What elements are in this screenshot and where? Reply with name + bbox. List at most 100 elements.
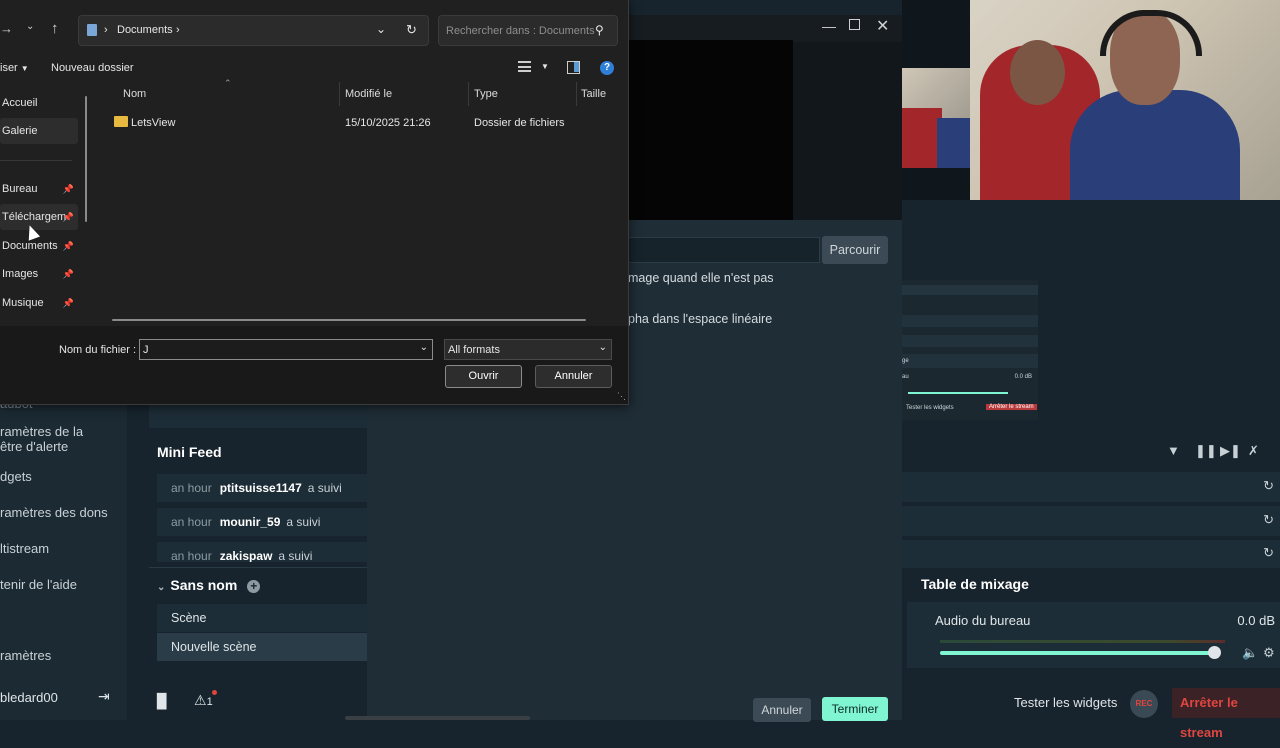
folder-icon xyxy=(87,24,97,36)
sidebar-item-alert-settings-2[interactable]: être d'alerte xyxy=(0,439,68,454)
scene-collection-title[interactable]: ⌄ Sans nom + xyxy=(157,577,261,593)
nav-item-home[interactable]: Accueil xyxy=(0,90,78,116)
address-bar[interactable]: › Documents › ⌄ ↻ xyxy=(78,15,429,46)
column-header-modified[interactable]: Modifié le xyxy=(345,88,392,100)
scene-collection-name: Sans nom xyxy=(170,577,238,593)
alert-icon[interactable]: ⚠1 xyxy=(194,692,213,709)
view-caret-icon[interactable]: ▼ xyxy=(541,62,549,71)
up-arrow-icon[interactable]: ↑ xyxy=(51,20,59,37)
feed-time: an hour xyxy=(171,481,212,495)
nav-item-pictures[interactable]: Images 📌 xyxy=(0,261,78,287)
source-row[interactable]: ↻ xyxy=(902,506,1280,536)
mini-level: 0.0 dB xyxy=(1014,374,1032,380)
mixer-meter xyxy=(940,640,1225,643)
minimize-icon[interactable]: — xyxy=(822,18,836,34)
filename-label: Nom du fichier : xyxy=(59,344,137,356)
new-folder-button[interactable]: Nouveau dossier xyxy=(51,62,134,74)
filter-icon[interactable]: ▼ xyxy=(1167,443,1180,458)
mixer-title: Table de mixage xyxy=(921,576,1029,592)
browse-button[interactable]: Parcourir xyxy=(822,236,888,264)
pin-icon: 📌 xyxy=(62,241,74,251)
breadcrumb-chevron-icon[interactable]: › xyxy=(176,24,180,36)
column-separator[interactable] xyxy=(339,82,340,106)
pause-icon[interactable]: ❚❚ xyxy=(1195,443,1217,459)
view-list-icon[interactable] xyxy=(518,61,531,72)
close-icon[interactable]: ✕ xyxy=(876,16,889,36)
reset-icon[interactable]: ↻ xyxy=(1263,512,1274,528)
stop-stream-button[interactable]: Arrêter le stream xyxy=(1172,688,1280,740)
nav-divider xyxy=(0,160,72,161)
resize-grip-icon[interactable]: ⋱ xyxy=(617,391,626,402)
skip-icon[interactable]: ▶❚ xyxy=(1220,443,1241,459)
nav-item-music[interactable]: Musique 📌 xyxy=(0,290,78,316)
sidebar-item-widgets[interactable]: dgets xyxy=(0,469,32,484)
rec-button[interactable]: REC xyxy=(1130,690,1158,718)
cancel-button[interactable]: Annuler xyxy=(535,365,612,388)
reset-icon[interactable]: ↻ xyxy=(1263,478,1274,494)
open-button[interactable]: Ouvrir xyxy=(445,365,522,388)
volume-slider-handle[interactable] xyxy=(1208,646,1221,659)
source-row[interactable]: ↻ xyxy=(902,540,1280,568)
filename-dropdown-icon[interactable]: ⌄ xyxy=(420,342,428,353)
help-icon[interactable]: ? xyxy=(600,61,614,75)
breadcrumb-documents[interactable]: Documents xyxy=(117,24,173,36)
feed-row: an hour ptitsuisse1147 a suivi xyxy=(157,474,367,502)
nav-scrollbar[interactable] xyxy=(85,96,87,222)
source-row[interactable]: ↻ xyxy=(902,472,1280,502)
address-dropdown-icon[interactable]: ⌄ xyxy=(376,22,386,36)
volume-slider-track[interactable] xyxy=(940,651,1220,655)
nav-item-gallery[interactable]: Galerie xyxy=(0,118,78,144)
reset-icon[interactable]: ↻ xyxy=(1263,545,1274,561)
filetype-dropdown-icon[interactable]: ⌄ xyxy=(599,342,607,353)
scene-item-selected[interactable]: Nouvelle scène xyxy=(157,633,367,661)
file-path-field[interactable] xyxy=(628,237,820,263)
refresh-icon[interactable]: ↻ xyxy=(406,22,417,38)
column-header-name[interactable]: Nom xyxy=(123,88,146,100)
filetype-select[interactable]: All formats ⌄ xyxy=(444,339,612,360)
sidebar-item-donation-settings[interactable]: ramètres des dons xyxy=(0,505,108,520)
webcam-feed xyxy=(970,0,1280,200)
scenes-divider xyxy=(149,567,367,568)
feed-row: an hour mounir_59 a suivi xyxy=(157,508,367,536)
column-header-size[interactable]: Taille xyxy=(581,88,606,100)
column-separator[interactable] xyxy=(576,82,577,106)
feed-user[interactable]: zakispaw xyxy=(220,549,273,562)
file-row[interactable]: LetsView 15/10/2025 21:26 Dossier de fic… xyxy=(108,112,598,134)
horizontal-scrollbar[interactable] xyxy=(112,319,586,321)
recent-locations-icon[interactable]: ⌄ xyxy=(26,21,34,32)
sidebar-user[interactable]: bledard00 ⇥ xyxy=(0,688,127,710)
sidebar-item-settings[interactable]: ramètres xyxy=(0,648,51,663)
filename-input[interactable]: J ⌄ xyxy=(139,339,433,360)
webcam-source-thumbnail xyxy=(902,68,970,168)
feed-user[interactable]: ptitsuisse1147 xyxy=(220,481,302,495)
nav-label: Images xyxy=(2,268,39,280)
nav-label: Téléchargem xyxy=(2,211,67,223)
add-scene-icon[interactable]: + xyxy=(247,580,261,593)
maximize-icon[interactable] xyxy=(849,19,860,30)
sidebar-item-alert-settings[interactable]: ramètres de la xyxy=(0,424,83,439)
modal-finish-button[interactable]: Terminer xyxy=(822,697,888,721)
search-box[interactable]: Rechercher dans : Documents ⚲ xyxy=(438,15,618,46)
nav-item-desktop[interactable]: Bureau 📌 xyxy=(0,176,78,202)
column-separator[interactable] xyxy=(468,82,469,106)
test-widgets-button[interactable]: Tester les widgets xyxy=(1014,695,1117,710)
logout-icon[interactable]: ⇥ xyxy=(98,688,110,705)
filetype-value: All formats xyxy=(448,344,500,356)
gear-icon[interactable]: ⚙ xyxy=(1263,645,1275,661)
sidebar-item-multistream[interactable]: ltistream xyxy=(0,541,49,556)
mixer-level: 0.0 dB xyxy=(1237,613,1275,628)
mute-alerts-icon[interactable]: ✗ xyxy=(1248,443,1259,459)
chevron-down-icon[interactable]: ⌄ xyxy=(157,582,165,593)
sidebar-item-help[interactable]: tenir de l'aide xyxy=(0,577,77,592)
stats-icon[interactable]: ▉ xyxy=(157,693,168,710)
modal-cancel-button[interactable]: Annuler xyxy=(753,698,811,722)
preview-pane-icon[interactable] xyxy=(567,61,580,74)
organize-button[interactable]: iser ▼ xyxy=(0,62,29,74)
mini-stop-stream: Arrêter le stream xyxy=(986,404,1037,410)
scene-item[interactable]: Scène xyxy=(157,604,367,632)
feed-user[interactable]: mounir_59 xyxy=(220,515,281,529)
forward-icon[interactable]: → xyxy=(0,21,13,36)
column-header-type[interactable]: Type xyxy=(474,88,498,100)
speaker-icon[interactable]: 🔈 xyxy=(1242,645,1258,661)
nav-item-downloads[interactable]: Téléchargem 📌 xyxy=(0,204,78,230)
